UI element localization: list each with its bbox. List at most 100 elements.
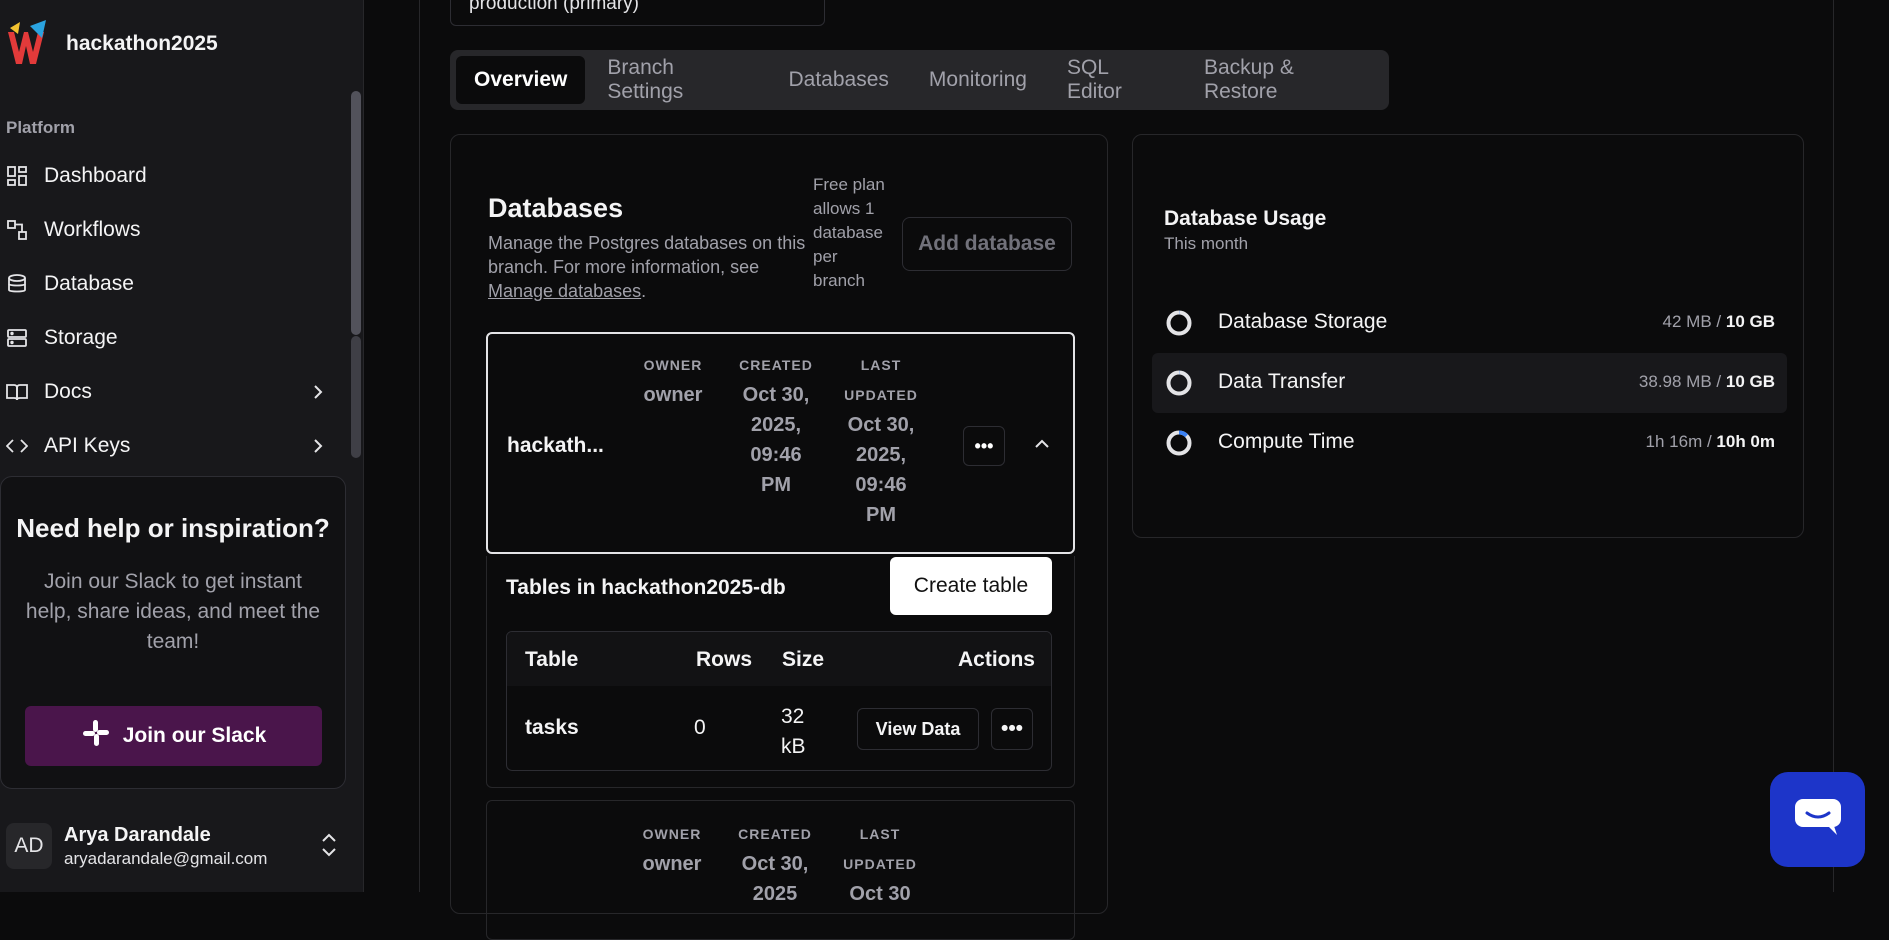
sidebar-item-database[interactable]: Database [6, 257, 336, 311]
user-menu[interactable]: AD Arya Darandale aryadarandale@gmail.co… [6, 818, 346, 874]
table-more-button[interactable]: ••• [991, 708, 1033, 750]
branch-tabs: Overview Branch Settings Databases Monit… [450, 50, 1389, 110]
databases-card: Databases Manage the Postgres databases … [450, 134, 1108, 940]
created-header: CREATED [738, 826, 812, 842]
created-column: CREATED Oct 30, 2025, 09:46 PM [738, 350, 814, 500]
usage-label: Compute Time [1218, 430, 1355, 453]
updated-column: LAST UPDATED Oct 30 [842, 819, 918, 909]
avatar: AD [6, 823, 52, 869]
updated-header: LAST UPDATED [844, 357, 918, 403]
usage-value: 38.98 MB / 10 GB [1638, 372, 1775, 391]
updated-header: LAST UPDATED [843, 826, 917, 872]
table-name: tasks [525, 716, 579, 739]
view-data-button[interactable]: View Data [857, 708, 979, 750]
tab-databases[interactable]: Databases [770, 56, 906, 104]
usage-row-data-transfer[interactable]: Data Transfer 38.98 MB / 10 GB [1152, 353, 1787, 413]
created-column: CREATED Oct 30, 2025 [737, 819, 813, 909]
sidebar-item-api-keys[interactable]: API Keys [6, 419, 336, 473]
chevron-up-icon [1033, 437, 1051, 455]
usage-value: 42 MB / 10 GB [1662, 312, 1775, 331]
database-more-button[interactable]: ••• [963, 426, 1005, 466]
usage-title: Database Usage [1164, 207, 1327, 230]
sidebar-item-label: Dashboard [44, 164, 147, 187]
sidebar-scrollbar-track[interactable] [351, 336, 361, 458]
user-email: aryadarandale@gmail.com [64, 848, 268, 868]
slack-icon [81, 718, 111, 754]
sidebar: hackathon2025 Platform Dashboard Workflo… [0, 0, 364, 892]
sidebar-item-docs[interactable]: Docs [6, 365, 336, 419]
updated-value: Oct 30 [849, 883, 911, 905]
tables-section: Tables in hackathon2025-db Create table … [486, 556, 1075, 788]
usage-row-compute-time[interactable]: Compute Time 1h 16m / 10h 0m [1152, 413, 1787, 473]
database-row[interactable]: OWNER owner CREATED Oct 30, 2025 LAST UP… [486, 800, 1075, 940]
org-switcher[interactable]: hackathon2025 [6, 18, 218, 70]
help-card: Need help or inspiration? Join our Slack… [0, 476, 346, 789]
databases-description: Manage the Postgres databases on this br… [488, 233, 806, 301]
tab-overview[interactable]: Overview [456, 56, 586, 104]
chat-support-button[interactable] [1770, 772, 1865, 867]
manage-databases-link[interactable]: Manage databases [488, 281, 641, 301]
database-row[interactable]: hackath... OWNER owner CREATED Oct 30, 2… [486, 332, 1075, 554]
chevrons-up-down-icon [320, 832, 338, 863]
sidebar-item-label: Workflows [44, 218, 141, 241]
free-plan-note: Free plan allows 1 database per branch [813, 175, 885, 290]
storage-icon [6, 327, 28, 349]
section-label: Platform [6, 118, 75, 137]
usage-subtitle: This month [1164, 234, 1249, 253]
add-database-button[interactable]: Add database [902, 217, 1072, 271]
usage-row-database-storage[interactable]: Database Storage 42 MB / 10 GB [1152, 293, 1787, 353]
sidebar-item-label: Docs [44, 380, 92, 403]
book-icon [6, 381, 28, 403]
join-slack-button[interactable]: Join our Slack [25, 706, 322, 766]
org-name: hackathon2025 [66, 32, 218, 55]
database-icon [6, 273, 28, 295]
created-value: Oct 30, 2025, 09:46 PM [742, 384, 810, 496]
sidebar-item-storage[interactable]: Storage [6, 311, 336, 365]
tab-branch-settings[interactable]: Branch Settings [589, 56, 766, 104]
updated-column: LAST UPDATED Oct 30, 2025, 09:46 PM [843, 350, 919, 530]
created-value: Oct 30, 2025 [741, 853, 809, 905]
database-name: hackath... [507, 434, 604, 457]
chevron-right-icon [310, 436, 326, 462]
usage-ring-icon [1166, 310, 1192, 336]
usage-value: 1h 16m / 10h 0m [1645, 432, 1775, 451]
org-logo-icon [6, 18, 50, 70]
tab-sql-editor[interactable]: SQL Editor [1049, 56, 1182, 104]
table-size: 32 kB [781, 705, 806, 758]
usage-label: Database Storage [1218, 310, 1388, 333]
join-slack-label: Join our Slack [122, 724, 267, 747]
sidebar-nav: Dashboard Workflows Database Storage Doc… [6, 149, 336, 473]
usage-label: Data Transfer [1218, 370, 1346, 393]
tab-monitoring[interactable]: Monitoring [911, 56, 1045, 104]
sidebar-item-dashboard[interactable]: Dashboard [6, 149, 336, 203]
usage-ring-icon [1166, 370, 1192, 396]
branch-selector[interactable]: production (primary) [450, 0, 825, 26]
help-body: Join our Slack to get instant help, shar… [25, 570, 321, 653]
table-header-rows: Rows [696, 648, 753, 671]
sidebar-item-workflows[interactable]: Workflows [6, 203, 336, 257]
tables-table: Table Rows Size Actions tasks 0 32 kB Vi… [506, 631, 1052, 771]
table-header-table: Table [525, 648, 579, 671]
owner-header: OWNER [642, 826, 702, 842]
tables-title: Tables in hackathon2025-db [506, 576, 786, 599]
sidebar-item-label: Database [44, 272, 134, 295]
collapse-button[interactable] [1028, 432, 1056, 460]
updated-value: Oct 30, 2025, 09:46 PM [847, 414, 915, 526]
owner-value: owner [643, 384, 703, 406]
chevron-right-icon [310, 382, 326, 408]
tab-backup-restore[interactable]: Backup & Restore [1186, 56, 1383, 104]
owner-column: OWNER owner [637, 819, 707, 879]
table-rows-count: 0 [694, 716, 706, 739]
create-table-button[interactable]: Create table [890, 557, 1052, 615]
code-icon [6, 435, 28, 457]
grid-icon [6, 165, 28, 187]
sidebar-scrollbar-thumb[interactable] [351, 91, 361, 335]
workflow-icon [6, 219, 28, 241]
owner-header: OWNER [643, 357, 703, 373]
owner-value: owner [642, 853, 702, 875]
help-title: Need help or inspiration? [16, 513, 330, 543]
table-header-row: Table Rows Size Actions [507, 632, 1051, 686]
table-row[interactable]: tasks 0 32 kB View Data ••• [507, 686, 1051, 770]
user-name: Arya Darandale [64, 823, 211, 846]
database-usage-card: Database Usage This month Database Stora… [1132, 134, 1804, 538]
